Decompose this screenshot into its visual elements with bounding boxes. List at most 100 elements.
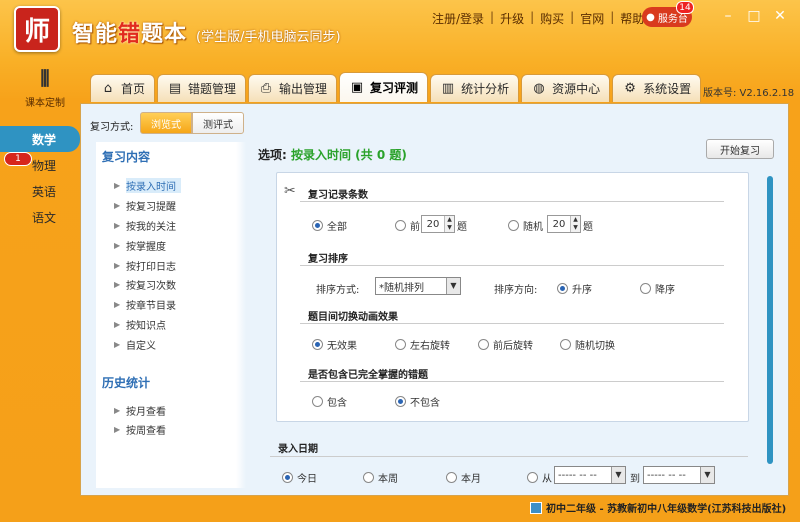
nav-item-by-mastery[interactable]: ▶ 按掌握度 <box>96 235 246 255</box>
sort-asc-radio[interactable]: 升序 <box>557 281 592 296</box>
anim-random-radio[interactable]: 随机切换 <box>560 337 615 352</box>
tab-settings[interactable]: ⚙ 系统设置 <box>612 74 702 102</box>
arrow-right-icon: ▶ <box>114 339 121 349</box>
link-upgrade[interactable]: 升级 <box>500 10 524 27</box>
vertical-scrollbar[interactable] <box>765 172 775 468</box>
app-subtitle: (学生版/手机电脑云同步) <box>196 30 341 45</box>
sort-desc-radio[interactable]: 降序 <box>640 281 675 296</box>
stepper-arrows-icon: ▲ ▼ <box>570 216 580 232</box>
arrow-right-icon: ▶ <box>114 240 121 250</box>
date-from-picker[interactable]: ----- -- -- ▼ <box>554 466 626 484</box>
tab-review[interactable]: ▣ 复习评测 <box>339 72 429 102</box>
app-logo: 师 <box>14 6 60 52</box>
divider <box>300 381 724 382</box>
tab-statistics[interactable]: ▥ 统计分析 <box>430 74 520 102</box>
sort-way-select[interactable]: *随机排列 ▼ <box>375 277 461 295</box>
review-icon: ▣ <box>350 79 364 95</box>
chevron-down-icon: ▼ <box>700 467 714 483</box>
divider <box>300 265 724 266</box>
count-random-stepper[interactable]: 20 ▲ ▼ <box>547 215 581 233</box>
start-review-button[interactable]: 开始复习 <box>706 139 774 159</box>
resource-icon: ◍ <box>533 80 545 96</box>
book-icon <box>530 501 542 514</box>
subject-list: 数学 物理 英语 语文 <box>0 126 80 230</box>
anim-none-radio[interactable]: 无效果 <box>312 337 357 352</box>
nav-item-by-print-log[interactable]: ▶ 按打印日志 <box>96 255 246 275</box>
review-content-heading: 复习内容 <box>102 150 151 164</box>
current-book-status[interactable]: 初中二年级 - 苏教新初中八年级数学(江苏科技出版社) <box>530 500 786 515</box>
count-random-unit: 题 <box>583 222 593 233</box>
nav-item-by-chapter[interactable]: ▶ 按章节目录 <box>96 295 246 315</box>
anim-fb-rotate-radio[interactable]: 前后旋转 <box>478 337 533 352</box>
date-week-radio[interactable]: 本周 <box>363 470 398 485</box>
tab-output[interactable]: ⎙ 输出管理 <box>248 74 338 102</box>
scrollbar-thumb[interactable] <box>767 176 773 464</box>
arrow-right-icon: ▶ <box>114 201 121 211</box>
selection-title: 选项: 按录入时间 (共 0 题) <box>258 148 407 162</box>
record-count-title: 复习记录条数 <box>308 190 368 201</box>
subject-chinese[interactable]: 语文 <box>0 204 80 230</box>
service-badge: 14 <box>676 1 694 14</box>
mode-test-button[interactable]: 测评式 <box>192 112 244 134</box>
link-help[interactable]: 帮助 <box>620 10 644 27</box>
nav-item-by-entry-time[interactable]: ▶ 按录入时间 <box>96 176 246 196</box>
stepper-arrows-icon: ▲ ▼ <box>444 216 454 232</box>
tab-resources[interactable]: ◍ 资源中心 <box>521 74 611 102</box>
include-no-radio[interactable]: 不包含 <box>395 394 440 409</box>
home-icon: ⌂ <box>103 80 113 96</box>
arrow-right-icon: ▶ <box>114 280 121 290</box>
chevron-down-icon: ▼ <box>611 467 625 483</box>
include-yes-radio[interactable]: 包含 <box>312 394 347 409</box>
count-first-unit: 题 <box>457 222 467 233</box>
review-content-nav: 复习内容 ▶ 按录入时间 ▶ 按复习提醒 ▶ 按我的关注 ▶ 按掌握度 ▶ 按打印日志 ▶… <box>96 142 246 488</box>
arrow-right-icon: ▶ <box>114 220 121 230</box>
link-website[interactable]: 官网 <box>580 10 604 27</box>
nav-item-by-favorite[interactable]: ▶ 按我的关注 <box>96 216 246 236</box>
subject-english[interactable]: 英语 <box>0 178 80 204</box>
date-to-picker[interactable]: ----- -- -- ▼ <box>643 466 715 484</box>
arrow-right-icon: ▶ <box>114 181 121 191</box>
review-settings-card <box>276 172 749 422</box>
link-buy[interactable]: 购买 <box>540 10 564 27</box>
clipboard-icon: ▤ <box>168 80 182 96</box>
tab-home[interactable]: ⌂ 首页 <box>90 74 156 102</box>
count-random-radio[interactable]: 随机 <box>508 218 543 233</box>
book-customize-button[interactable]: ⫴ 课本定制 <box>20 66 70 112</box>
date-to-label: 到 <box>630 474 640 485</box>
include-mastered-title: 是否包含已完全掌握的错题 <box>308 370 428 381</box>
date-range-radio[interactable]: 从 <box>527 470 552 485</box>
date-today-radio[interactable]: 今日 <box>282 470 317 485</box>
sort-way-label: 排序方式: <box>316 285 360 296</box>
top-links: 注册/登录 | 升级 | 购买 | 官网 | 帮助 <box>432 10 645 27</box>
anim-lr-rotate-radio[interactable]: 左右旋转 <box>395 337 450 352</box>
nav-item-by-month[interactable]: ▶ 按月查看 <box>96 400 246 420</box>
nav-item-by-knowledge[interactable]: ▶ 按知识点 <box>96 315 246 335</box>
main-tabs: ⌂ 首页 ▤ 错题管理 ⎙ 输出管理 ▣ 复习评测 ▥ 统计分析 ◍ 资源中心 ⚙ 系统设置 <box>90 72 702 102</box>
divider <box>300 201 724 202</box>
chevron-down-icon: ▼ <box>446 278 460 294</box>
subject-badge: 1 <box>4 152 32 166</box>
count-first-radio[interactable]: 前 <box>395 218 420 233</box>
maximize-icon[interactable]: □ <box>746 8 762 24</box>
nav-item-by-week[interactable]: ▶ 按周查看 <box>96 420 246 440</box>
link-register-login[interactable]: 注册/登录 <box>432 10 484 27</box>
tab-wrong-questions[interactable]: ▤ 错题管理 <box>157 74 247 102</box>
mode-browse-button[interactable]: 浏览式 <box>140 112 192 134</box>
divider <box>270 456 748 457</box>
date-month-radio[interactable]: 本月 <box>446 470 481 485</box>
subject-math[interactable]: 数学 <box>0 126 80 152</box>
nav-item-by-reminder[interactable]: ▶ 按复习提醒 <box>96 196 246 216</box>
close-icon[interactable]: ✕ <box>772 8 788 24</box>
count-all-radio[interactable]: 全部 <box>312 218 347 233</box>
arrow-right-icon: ▶ <box>114 405 121 415</box>
entry-date-title: 录入日期 <box>278 444 318 455</box>
minimize-icon[interactable]: – <box>720 8 736 24</box>
count-first-stepper[interactable]: 20 ▲ ▼ <box>421 215 455 233</box>
app-title: 智能错题本 <box>72 22 188 47</box>
sort-dir-label: 排序方向: <box>494 285 538 296</box>
nav-item-by-review-count[interactable]: ▶ 按复习次数 <box>96 275 246 295</box>
nav-item-custom[interactable]: ▶ 自定义 <box>96 334 246 354</box>
tools-icon: ✂ <box>284 183 296 199</box>
version-label: 版本号: V2.16.2.18 <box>703 88 795 99</box>
printer-icon: ⎙ <box>260 80 272 96</box>
